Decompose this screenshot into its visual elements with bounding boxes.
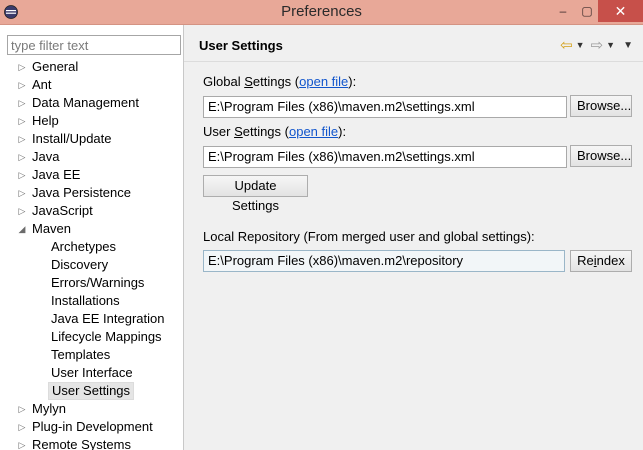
local-repository-field[interactable]: [203, 250, 565, 272]
tree-item-java-ee[interactable]: ▷ Java EE: [0, 166, 183, 184]
global-settings-open-file-link[interactable]: open file: [299, 74, 348, 89]
filter-input[interactable]: [7, 35, 181, 55]
back-arrow-icon[interactable]: ⇦: [560, 36, 573, 54]
tree-item-maven[interactable]: ◢ Maven: [0, 220, 183, 238]
tree-collapsed-icon[interactable]: ▷: [17, 148, 27, 166]
settings-page: User Settings ⇦ ▼ ⇨ ▼ ▼ Global Settings (ope…: [184, 25, 643, 450]
tree-item-mylyn[interactable]: ▷ Mylyn: [0, 400, 183, 418]
header-divider: [184, 61, 643, 62]
tree-item-label: Archetypes: [51, 239, 117, 254]
tree-item-java-persistence[interactable]: ▷ Java Persistence: [0, 184, 183, 202]
tree-item-install-update[interactable]: ▷ Install/Update: [0, 130, 183, 148]
page-navigation: ⇦ ▼ ⇨ ▼ ▼: [560, 36, 633, 54]
chevron-down-icon[interactable]: ▼: [576, 40, 585, 50]
local-repository-label: Local Repository (From merged user and g…: [203, 229, 535, 244]
page-title: User Settings: [199, 38, 283, 53]
tree-item-user-interface[interactable]: User Interface: [0, 364, 183, 382]
forward-arrow-icon[interactable]: ⇨: [591, 36, 604, 54]
tree-item-label: User Interface: [51, 365, 133, 380]
tree-item-label: Data Management: [32, 95, 139, 110]
tree-item-label: Remote Systems: [32, 437, 131, 450]
tree-item-lifecycle-mappings[interactable]: Lifecycle Mappings: [0, 328, 183, 346]
user-settings-open-file-link[interactable]: open file: [289, 124, 338, 139]
close-icon[interactable]: ✕: [598, 0, 643, 22]
tree-item-label: Java Persistence: [32, 185, 131, 200]
tree-collapsed-icon[interactable]: ▷: [17, 436, 27, 450]
tree-item-discovery[interactable]: Discovery: [0, 256, 183, 274]
tree-item-label: Plug-in Development: [32, 419, 153, 434]
tree-collapsed-icon[interactable]: ▷: [17, 130, 27, 148]
tree-item-label: Install/Update: [32, 131, 112, 146]
tree-item-label: Java: [32, 149, 60, 164]
view-menu-icon[interactable]: ▼: [623, 40, 633, 51]
preferences-tree: ▷ General ▷ Ant ▷ Data Management ▷ Help ▷ Instal…: [0, 58, 183, 450]
chevron-down-icon[interactable]: ▼: [606, 40, 615, 50]
tree-item-label: Discovery: [51, 257, 109, 272]
tree-item-label: Maven: [32, 221, 72, 236]
tree-item-label: Ant: [32, 77, 52, 92]
tree-item-templates[interactable]: Templates: [0, 346, 183, 364]
tree-item-help[interactable]: ▷ Help: [0, 112, 183, 130]
tree-item-java[interactable]: ▷ Java: [0, 148, 183, 166]
tree-item-label: General: [32, 59, 79, 74]
tree-collapsed-icon[interactable]: ▷: [17, 418, 27, 436]
tree-item-java-ee-integration[interactable]: Java EE Integration: [0, 310, 183, 328]
tree-collapsed-icon[interactable]: ▷: [17, 76, 27, 94]
tree-collapsed-icon[interactable]: ▷: [17, 202, 27, 220]
global-settings-label: Global Settings (open file):: [203, 74, 357, 89]
user-settings-label: User Settings (open file):: [203, 124, 347, 139]
tree-collapsed-icon[interactable]: ▷: [17, 166, 27, 184]
reindex-button[interactable]: Reindex: [570, 250, 632, 272]
tree-item-general[interactable]: ▷ General: [0, 58, 183, 76]
preferences-tree-panel: ▷ General ▷ Ant ▷ Data Management ▷ Help ▷ Instal…: [0, 25, 184, 450]
global-browse-button[interactable]: Browse...: [570, 95, 632, 117]
tree-item-plug-in-development[interactable]: ▷ Plug-in Development: [0, 418, 183, 436]
tree-item-installations[interactable]: Installations: [0, 292, 183, 310]
tree-collapsed-icon[interactable]: ▷: [17, 400, 27, 418]
tree-item-errors-warnings[interactable]: Errors/Warnings: [0, 274, 183, 292]
tree-collapsed-icon[interactable]: ▷: [17, 58, 27, 76]
minimize-icon[interactable]: –: [550, 0, 576, 22]
tree-item-label: Errors/Warnings: [51, 275, 145, 290]
window-title: Preferences: [281, 3, 362, 20]
title-bar: Preferences – ▢ ✕: [0, 0, 643, 25]
tree-collapsed-icon[interactable]: ▷: [17, 94, 27, 112]
tree-item-label: Java EE: [32, 167, 81, 182]
tree-item-label: Lifecycle Mappings: [51, 329, 162, 344]
tree-collapsed-icon[interactable]: ▷: [17, 184, 27, 202]
global-settings-field[interactable]: [203, 96, 567, 118]
tree-item-javascript[interactable]: ▷ JavaScript: [0, 202, 183, 220]
tree-item-label: Help: [32, 113, 59, 128]
user-browse-button[interactable]: Browse...: [570, 145, 632, 167]
tree-item-label: Mylyn: [32, 401, 66, 416]
tree-item-label: Templates: [51, 347, 111, 362]
tree-expanded-icon[interactable]: ◢: [17, 220, 27, 238]
maximize-icon[interactable]: ▢: [574, 0, 600, 22]
user-settings-field[interactable]: [203, 146, 567, 168]
tree-item-remote-systems[interactable]: ▷ Remote Systems: [0, 436, 183, 450]
tree-collapsed-icon[interactable]: ▷: [17, 112, 27, 130]
tree-item-ant[interactable]: ▷ Ant: [0, 76, 183, 94]
tree-item-label: Installations: [51, 293, 120, 308]
tree-item-label: Java EE Integration: [51, 311, 165, 326]
tree-item-label: JavaScript: [32, 203, 93, 218]
tree-item-data-management[interactable]: ▷ Data Management: [0, 94, 183, 112]
tree-item-archetypes[interactable]: Archetypes: [0, 238, 183, 256]
update-settings-button[interactable]: Update Settings: [203, 175, 308, 213]
tree-item-user-settings[interactable]: User Settings: [0, 382, 183, 400]
tree-item-label: User Settings: [48, 382, 135, 400]
